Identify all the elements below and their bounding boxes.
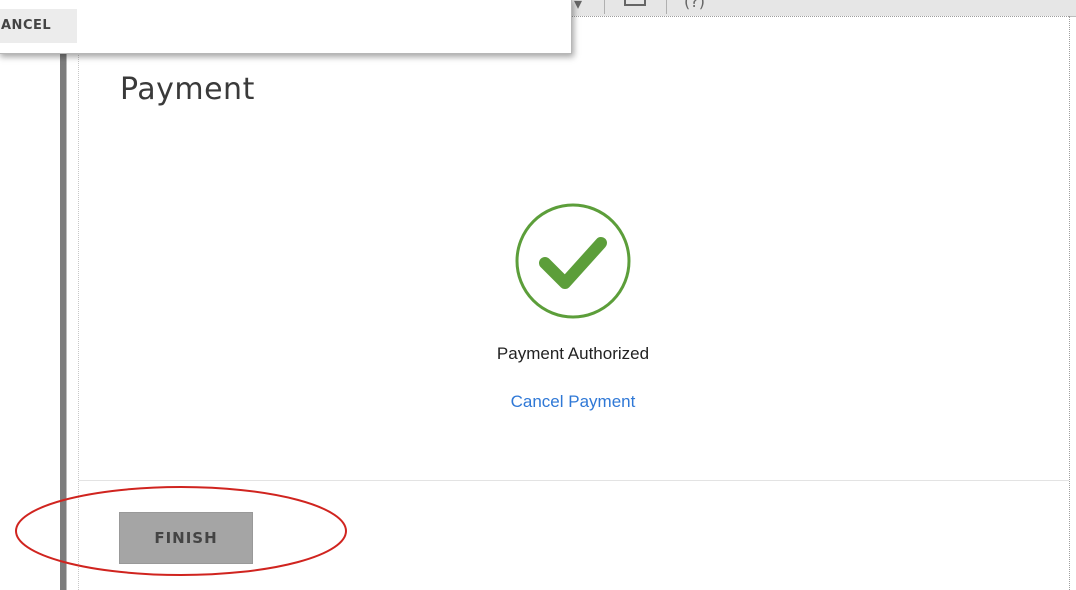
dialog-edge	[568, 16, 1069, 18]
dropdown-arrow-icon[interactable]: ▾	[574, 0, 582, 14]
overlay-popup: ANCEL	[0, 0, 572, 54]
dialog-edge	[78, 18, 80, 590]
footer-divider	[79, 480, 1069, 481]
page-title: Payment	[120, 72, 255, 107]
background-toolbar: ▾ (?)	[570, 0, 1076, 17]
popup-cancel-button[interactable]: ANCEL	[0, 9, 77, 43]
toolbar-separator	[604, 0, 605, 14]
payment-status: Payment Authorized	[496, 344, 650, 363]
help-icon[interactable]: (?)	[684, 0, 705, 12]
cancel-payment-link[interactable]: Cancel Payment	[440, 392, 706, 412]
toolbar-separator	[666, 0, 667, 14]
success-check-icon	[515, 203, 631, 319]
finish-button[interactable]: FINISH	[119, 512, 253, 564]
printer-icon[interactable]	[622, 0, 648, 13]
dialog-edge	[1069, 16, 1071, 590]
